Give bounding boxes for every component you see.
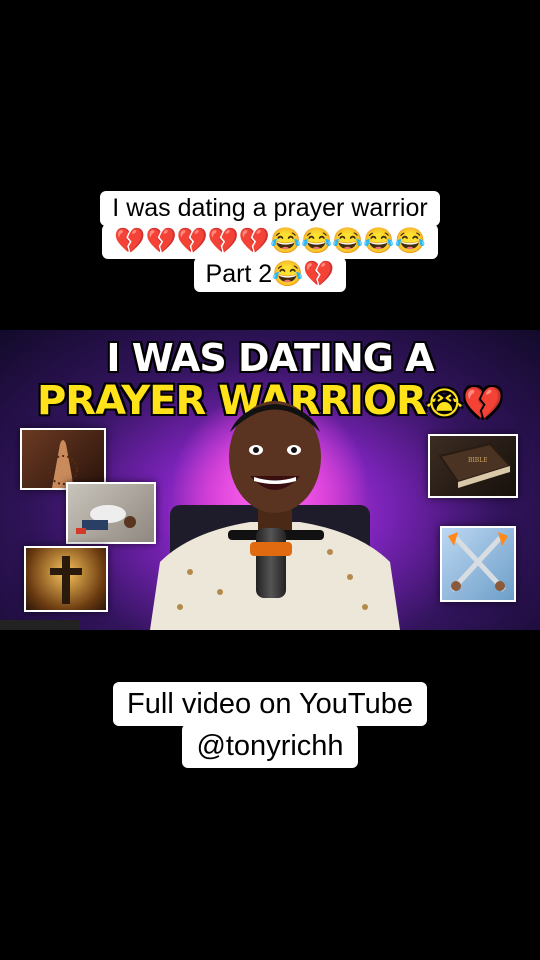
crossed-swords-image — [440, 526, 516, 602]
microphone — [256, 528, 286, 598]
caption-line-1: I was dating a prayer warrior — [100, 191, 440, 226]
holy-bible-image: BIBLE — [428, 434, 518, 498]
thumbnail-title-line-1: I WAS DATING A — [106, 336, 434, 380]
microphone-ring — [250, 542, 292, 556]
svg-text:BIBLE: BIBLE — [468, 457, 488, 464]
caption-line-2-emojis: 💔💔💔💔💔😂😂😂😂😂 — [102, 224, 438, 259]
caption-line-3: Part 2😂💔 — [193, 257, 347, 292]
video-thumbnail[interactable]: I WAS DATING A PRAYER WARRIOR😭💔 BIBLE — [0, 330, 540, 630]
caption-top: I was dating a prayer warrior 💔💔💔💔💔😂😂😂😂😂… — [0, 191, 540, 292]
caption-handle-line[interactable]: @tonyrichh — [182, 724, 358, 768]
kneeling-prayer-image — [66, 482, 156, 544]
caption-youtube-line: Full video on YouTube — [113, 682, 427, 726]
laptop-edge — [0, 620, 80, 630]
praying-hands-image — [20, 428, 106, 490]
thumbnail-title-emojis: 😭💔 — [425, 384, 504, 422]
glowing-cross-image — [24, 546, 108, 612]
caption-bottom: Full video on YouTube @tonyrichh — [0, 682, 540, 768]
